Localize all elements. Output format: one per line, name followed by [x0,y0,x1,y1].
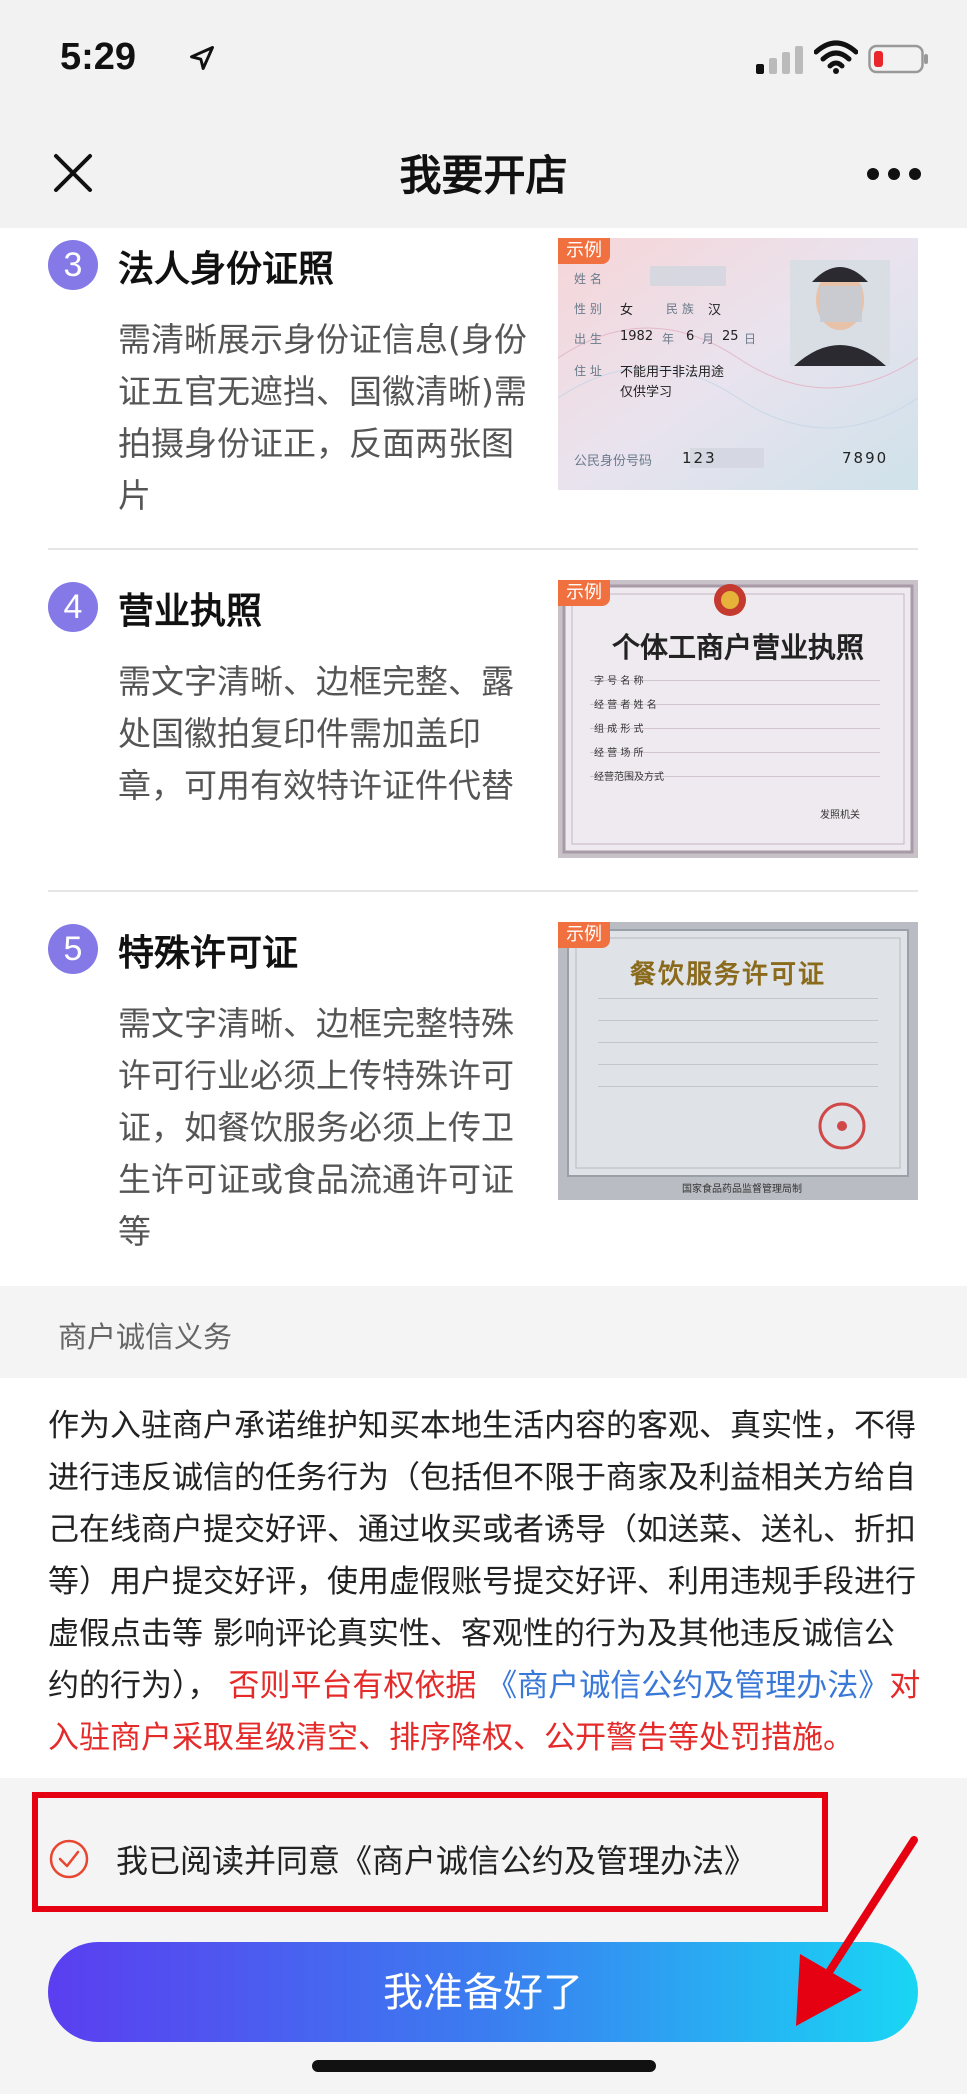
sample-badge: 示例 [558,238,610,264]
id-sex: 女 [620,303,634,318]
check-circle-icon[interactable] [48,1838,90,1880]
page-title: 我要开店 [399,151,568,200]
divider [48,548,918,550]
policy-link[interactable]: 《商户诚信公约及管理办法》 [486,1668,889,1704]
home-indicator [312,2060,656,2072]
obligation-warning-text: 否则平台有权依据 [218,1668,487,1704]
sample-badge: 示例 [558,580,610,606]
id-name-label: 姓 名 [574,272,602,286]
obligation-text: 作为入驻商户承诺维护知买本地生活内容的客观、真实性，不得进行违反诚信的任务行为（… [48,1400,924,1764]
id-address-label: 住 址 [574,364,602,378]
permit-footer: 国家食品药品监督管理局制 [682,1184,802,1195]
id-number-end: 7890 [842,449,889,467]
id-sex-label: 性 别 [574,302,602,316]
step-title: 特殊许可证 [118,933,299,974]
step-description: 需文字清晰、边框完整、露处国徽拍复印件需加盖印章，可用有效特许证件代替 [118,662,514,805]
step-number: 3 [48,240,98,290]
license-field: 经 营 场 所 [594,748,644,759]
license-field: 组 成 形 式 [594,724,644,735]
signal-icon [756,46,803,74]
obligation-normal-text: 作为入驻商户承诺维护知买本地生活内容的客观、真实性，不得进行违反诚信的任务行为（… [48,1408,916,1704]
food-permit-sample-image[interactable]: 示例 餐饮服务许可证 国家食品药品监督管理局制 [558,922,918,1200]
wifi-icon [814,40,858,74]
license-field: 字 号 名 称 [594,676,644,687]
more-icon[interactable] [866,166,922,182]
id-birth-month: 6 [686,329,695,344]
id-ethnic-label: 民 族 [666,302,694,316]
id-birth-year-unit: 年 [662,332,675,346]
id-ethnic: 汉 [708,303,722,318]
id-number-label: 公民身份号码 [574,454,653,469]
status-bar: 5:29 [0,0,967,120]
step-title: 法人身份证照 [118,249,335,290]
battery-icon [868,44,928,74]
section-title: 商户诚信义务 [58,1320,233,1354]
license-field: 经营范围及方式 [594,772,664,783]
location-arrow-icon [190,46,214,70]
license-title: 个体工商户营业执照 [612,631,865,664]
license-field: 经 营 者 姓 名 [594,700,657,711]
sample-badge: 示例 [558,922,610,948]
divider [48,890,918,892]
section-header: 商户诚信义务 [0,1286,967,1378]
permit-title: 餐饮服务许可证 [630,960,827,990]
id-address-1: 不能用于非法用途 [620,365,725,380]
id-card-sample-image[interactable]: 示例 姓 名 性 别 女 民 族 汉 出 生 1982 年 6 月 25 日 住… [558,238,918,490]
step-title: 营业执照 [118,591,263,632]
step-description: 需清晰展示身份证信息(身份证五官无遮挡、国徽清晰)需拍摄身份证正，反面两张图片 [118,320,527,515]
agreement-label[interactable]: 我已阅读并同意《商户诚信公约及管理办法》 [116,1836,756,1882]
step-number: 4 [48,582,98,632]
id-birth-day: 25 [722,329,739,344]
nav-bar: 我要开店 [0,120,967,228]
id-address-2: 仅供学习 [620,385,673,400]
step-description: 需文字清晰、边框完整特殊许可行业必须上传特殊许可证，如餐饮服务必须上传卫生许可证… [118,1004,514,1251]
id-birth-day-unit: 日 [744,332,757,346]
id-birth-month-unit: 月 [702,332,715,346]
business-license-sample-image[interactable]: 示例 个体工商户营业执照 字 号 名 称 经 营 者 姓 名 组 成 形 式 经… [558,580,918,858]
id-number-start: 123 [682,449,717,467]
ready-button[interactable]: 我准备好了 [48,1942,918,2042]
step-number: 5 [48,924,98,974]
id-birth-year: 1982 [620,329,654,344]
id-birth-label: 出 生 [574,332,602,346]
status-time: 5:29 [60,36,137,78]
license-issuer: 发照机关 [820,810,860,821]
